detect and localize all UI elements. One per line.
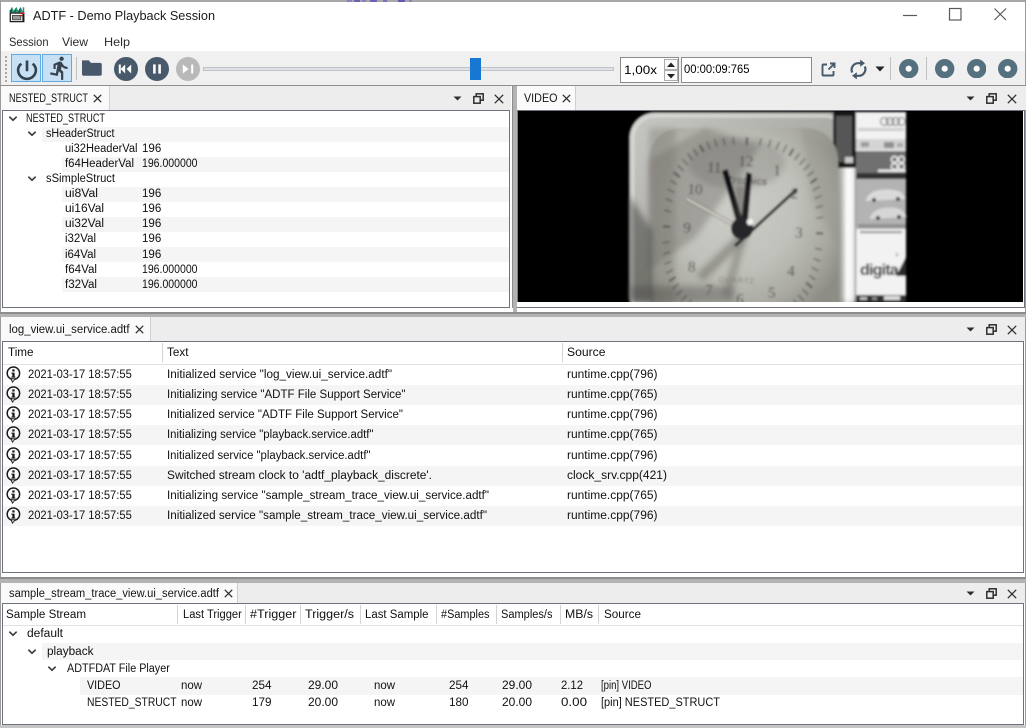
svg-text:12: 12 xyxy=(738,154,754,171)
svg-text:9: 9 xyxy=(683,220,691,236)
svg-text:10: 10 xyxy=(687,182,703,199)
svg-text:+: + xyxy=(895,252,899,259)
svg-text:7: 7 xyxy=(705,283,714,299)
svg-text:8: 8 xyxy=(688,259,696,275)
svg-text:6: 6 xyxy=(736,292,745,307)
svg-text:QUARTZ: QUARTZ xyxy=(718,275,755,286)
svg-text:digita: digita xyxy=(860,262,899,279)
svg-text:1: 1 xyxy=(773,163,781,179)
svg-text:11: 11 xyxy=(707,160,722,177)
svg-text:5: 5 xyxy=(768,285,776,301)
svg-text:3: 3 xyxy=(795,225,803,241)
svg-text:4: 4 xyxy=(787,264,796,280)
